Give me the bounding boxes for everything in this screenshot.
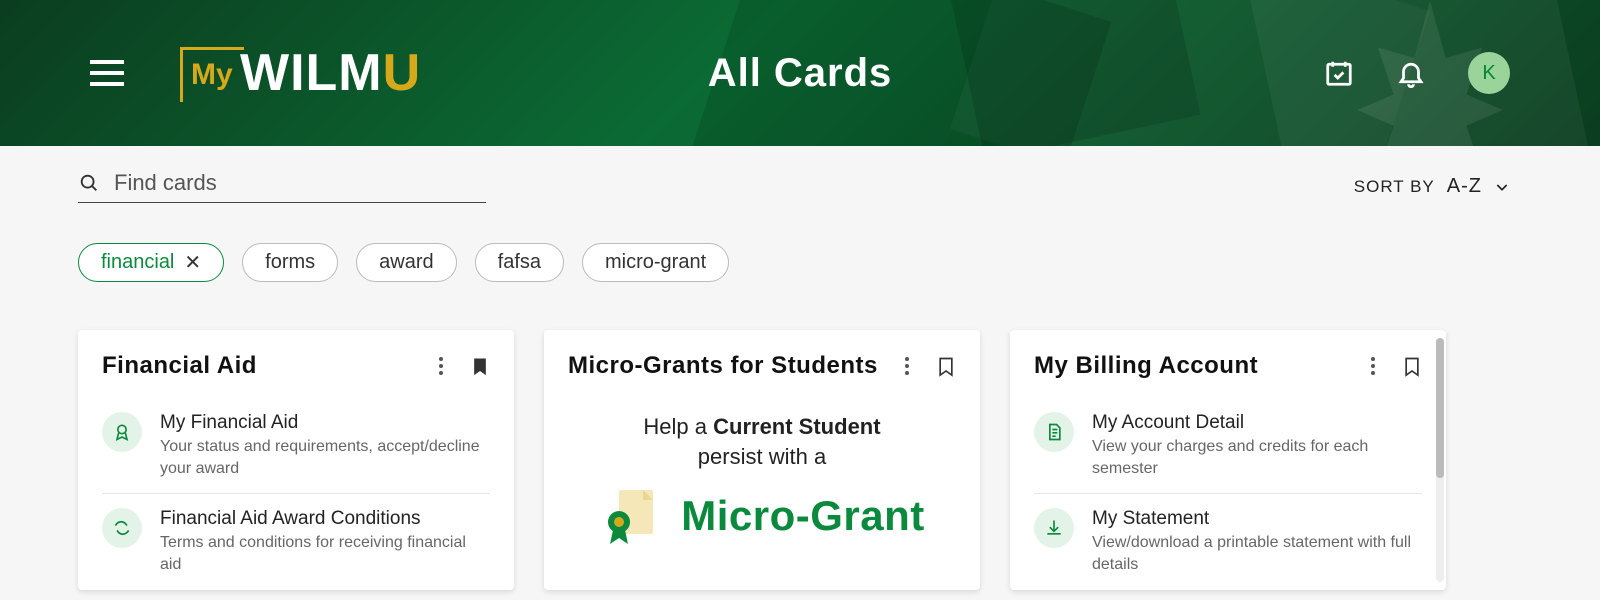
micro-text-bold: Current Student — [713, 414, 880, 439]
chip-fafsa[interactable]: fafsa — [475, 243, 564, 282]
micro-grant-line1: Help a Current Student — [568, 414, 956, 440]
item-subtitle: View your charges and credits for each s… — [1092, 436, 1422, 479]
sort-by-button[interactable]: SORT BY A-Z — [1354, 175, 1510, 198]
toolbar-row: SORT BY A-Z — [78, 170, 1510, 203]
logo-wilm: WILM — [240, 44, 383, 102]
card-title: Micro-Grants for Students — [568, 352, 878, 380]
chip-label: financial — [101, 251, 174, 274]
card-items: My Account Detail View your charges and … — [1034, 398, 1422, 589]
search-icon — [78, 172, 100, 194]
content-area: SORT BY A-Z financial ✕ forms award fafs… — [0, 146, 1600, 590]
search-input[interactable] — [114, 170, 486, 196]
header-actions: K — [1324, 52, 1510, 94]
bookmark-icon[interactable] — [936, 353, 956, 379]
chip-financial[interactable]: financial ✕ — [78, 243, 224, 282]
document-icon — [1034, 412, 1074, 452]
more-icon[interactable] — [898, 354, 916, 378]
certificate-icon — [599, 484, 663, 548]
item-subtitle: Terms and conditions for receiving finan… — [160, 532, 490, 575]
chip-label: forms — [265, 251, 315, 274]
bell-icon[interactable] — [1396, 58, 1426, 88]
chip-label: award — [379, 251, 433, 274]
chip-award[interactable]: award — [356, 243, 456, 282]
micro-text-pre: Help a — [643, 414, 713, 439]
logo-u: U — [383, 44, 422, 102]
list-item-texts: Financial Aid Award Conditions Terms and… — [160, 508, 490, 575]
card-title: My Billing Account — [1034, 352, 1258, 380]
item-subtitle: Your status and requirements, accept/dec… — [160, 436, 490, 479]
item-title: My Financial Aid — [160, 412, 490, 434]
item-title: My Account Detail — [1092, 412, 1422, 434]
ribbon-icon — [102, 412, 142, 452]
swap-icon — [102, 508, 142, 548]
chip-micro-grant[interactable]: micro-grant — [582, 243, 729, 282]
close-icon[interactable]: ✕ — [184, 250, 201, 275]
list-item-texts: My Account Detail View your charges and … — [1092, 412, 1422, 479]
scrollbar[interactable] — [1436, 338, 1444, 582]
card-items: My Financial Aid Your status and require… — [102, 398, 490, 589]
calendar-check-icon[interactable] — [1324, 58, 1354, 88]
list-item[interactable]: Financial Aid Award Conditions Terms and… — [102, 494, 490, 589]
scrollbar-thumb[interactable] — [1436, 338, 1444, 478]
micro-grant-line2: persist with a — [568, 444, 956, 470]
bookmark-icon[interactable] — [1402, 353, 1422, 379]
item-subtitle: View/download a printable statement with… — [1092, 532, 1422, 575]
card-title: Financial Aid — [102, 352, 257, 380]
card-header-actions — [1364, 353, 1422, 379]
menu-icon[interactable] — [90, 60, 124, 86]
list-item[interactable]: My Statement View/download a printable s… — [1034, 494, 1422, 589]
item-title: My Statement — [1092, 508, 1422, 530]
list-item-texts: My Financial Aid Your status and require… — [160, 412, 490, 479]
more-icon[interactable] — [1364, 354, 1382, 378]
list-item[interactable]: My Financial Aid Your status and require… — [102, 398, 490, 494]
card-micro-grants: Micro-Grants for Students Help a Current… — [544, 330, 980, 590]
list-item-texts: My Statement View/download a printable s… — [1092, 508, 1422, 575]
logo-my-frame: My — [180, 47, 244, 99]
card-header-actions — [898, 353, 956, 379]
card-header: Micro-Grants for Students — [568, 352, 956, 380]
card-financial-aid: Financial Aid My Financial Aid Your stat… — [78, 330, 514, 590]
logo-wilmu-text: WILMU — [240, 43, 421, 103]
cards-grid: Financial Aid My Financial Aid Your stat… — [78, 330, 1510, 590]
logo[interactable]: My WILMU — [180, 43, 421, 103]
card-header: Financial Aid — [102, 352, 490, 380]
filter-chips: financial ✕ forms award fafsa micro-gran… — [78, 243, 1510, 282]
item-title: Financial Aid Award Conditions — [160, 508, 490, 530]
micro-grant-graphic: Micro-Grant — [568, 484, 956, 548]
page-title: All Cards — [708, 51, 893, 96]
sort-by-label: SORT BY — [1354, 177, 1435, 197]
search-field[interactable] — [78, 170, 486, 203]
micro-grant-body: Help a Current Student persist with a Mi… — [568, 380, 956, 548]
download-icon — [1034, 508, 1074, 548]
micro-grant-big-text: Micro-Grant — [681, 492, 925, 540]
more-icon[interactable] — [432, 354, 450, 378]
chevron-down-icon — [1494, 179, 1510, 195]
avatar[interactable]: K — [1468, 52, 1510, 94]
sort-by-value: A-Z — [1447, 175, 1482, 198]
avatar-letter: K — [1482, 62, 1495, 85]
app-header: My WILMU All Cards K — [0, 0, 1600, 146]
card-header-actions — [432, 353, 490, 379]
chip-label: micro-grant — [605, 251, 706, 274]
logo-my-text: My — [191, 58, 233, 92]
chip-forms[interactable]: forms — [242, 243, 338, 282]
card-header: My Billing Account — [1034, 352, 1422, 380]
chip-label: fafsa — [498, 251, 541, 274]
card-billing-account: My Billing Account My Account Detail Vie… — [1010, 330, 1446, 590]
bookmark-icon[interactable] — [470, 353, 490, 379]
header-decoration — [940, 0, 1201, 146]
list-item[interactable]: My Account Detail View your charges and … — [1034, 398, 1422, 494]
